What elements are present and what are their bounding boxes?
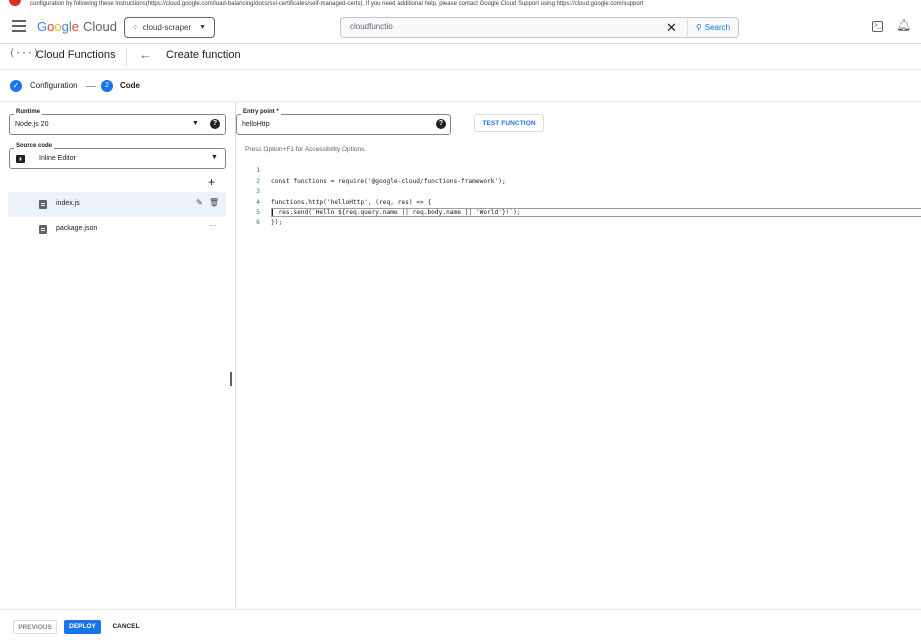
step-code: Code [120, 81, 140, 90]
search-icon: ⚲ [695, 23, 702, 32]
file-icon [39, 225, 47, 234]
code-line: 4 res.send(`Hello ${req.query.name || re… [236, 187, 921, 216]
code-line: 2 [236, 166, 921, 185]
file-name: package.json [56, 225, 98, 232]
stepper: ✓ Configuration 2 Code [0, 70, 921, 102]
search-input[interactable] [350, 22, 650, 31]
error-icon [9, 0, 21, 6]
search-button-label: Search [704, 23, 731, 32]
left-panel: Runtime Node.js 20 ▼ ? Source code ▮ Inl… [0, 102, 235, 609]
code-line: 1 const functions = require('@google-clo… [236, 156, 921, 184]
project-name: cloud-scraper [142, 23, 192, 32]
code-panel: Entry point * helloHttp ? TEST FUNCTION … [235, 102, 921, 609]
entry-point-label: Entry point * [241, 109, 281, 115]
search-button[interactable]: ⚲ Search [687, 19, 738, 36]
source-code-label: Source code [14, 143, 55, 149]
notice-banner: configuration by following these instruc… [0, 0, 921, 10]
file-item-index-js[interactable]: index.js ✎ 🗑︎ [8, 192, 226, 217]
step-number-badge: 2 [101, 80, 113, 92]
runtime-value: Node.js 20 [15, 121, 49, 128]
footer-actions: PREVIOUS DEPLOY CANCEL [0, 609, 921, 640]
cloud-shell-icon[interactable]: >_ [872, 21, 883, 32]
previous-button[interactable]: PREVIOUS [13, 620, 57, 634]
source-code-value: Inline Editor [39, 155, 76, 162]
product-title: Cloud Functions [36, 49, 116, 61]
more-options-icon[interactable]: ··· [209, 221, 217, 230]
dropdown-arrow-icon: ▼ [211, 154, 218, 161]
file-name: index.js [56, 200, 80, 207]
notice-text: configuration by following these instruc… [30, 1, 644, 7]
code-text: }); [271, 219, 283, 227]
inline-editor-icon: ▮ [16, 155, 25, 163]
step-connector [86, 86, 96, 87]
help-icon[interactable]: ? [210, 119, 220, 129]
back-arrow-icon[interactable]: ← [139, 47, 152, 62]
title-bar: (···) Cloud Functions ← Create function [0, 44, 921, 70]
entry-point-value[interactable]: helloHttp [242, 121, 270, 128]
source-code-select[interactable]: Source code ▮ Inline Editor ▼ [9, 143, 226, 169]
runtime-select[interactable]: Runtime Node.js 20 ▼ ? [9, 109, 226, 135]
page-title: Create function [166, 49, 241, 61]
current-line-highlight [271, 208, 921, 217]
trash-icon[interactable]: 🗑︎ [209, 198, 219, 207]
search-bar: ✕ ⚲ Search [340, 17, 739, 38]
clear-search-icon[interactable]: ✕ [666, 20, 677, 36]
dropdown-arrow-icon: ▼ [192, 120, 199, 127]
accessibility-hint: Press Option+F1 for Accessibility Option… [245, 146, 367, 153]
line-number: 6 [256, 219, 260, 227]
file-item-package-json[interactable]: package.json ··· [8, 217, 226, 242]
deploy-button[interactable]: DEPLOY [64, 620, 101, 634]
panel-resize-handle[interactable] [230, 372, 232, 386]
top-bar: GoogleCloud ⁘ cloud-scraper ▼ ✕ ⚲ Search… [0, 10, 921, 44]
test-function-button[interactable]: TEST FUNCTION [474, 114, 544, 132]
check-icon: ✓ [10, 80, 22, 92]
code-line: 5 }); [236, 198, 921, 226]
file-icon [39, 200, 47, 209]
runtime-label: Runtime [14, 109, 42, 115]
step-configuration[interactable]: Configuration [30, 81, 78, 90]
code-editor[interactable]: 1 const functions = require('@google-clo… [236, 156, 921, 226]
notifications-icon[interactable]: 🔔︎ [896, 18, 911, 32]
dropdown-arrow-icon: ▼ [199, 24, 207, 31]
cancel-button[interactable]: CANCEL [107, 620, 145, 634]
pencil-icon[interactable]: ✎ [196, 198, 203, 207]
google-cloud-logo[interactable]: Google Cloud [37, 19, 117, 34]
code-line: 3 functions.http('helloHttp', (req, res)… [236, 177, 921, 205]
project-icon: ⁘ [132, 23, 139, 32]
divider [126, 48, 127, 66]
hamburger-menu-icon[interactable] [12, 20, 26, 32]
entry-point-field[interactable]: Entry point * helloHttp ? [236, 109, 451, 135]
cloud-functions-icon: (···) [9, 48, 40, 59]
help-icon[interactable]: ? [436, 119, 446, 129]
add-file-icon[interactable]: + [208, 175, 215, 189]
project-selector-button[interactable]: ⁘ cloud-scraper ▼ [124, 17, 215, 38]
